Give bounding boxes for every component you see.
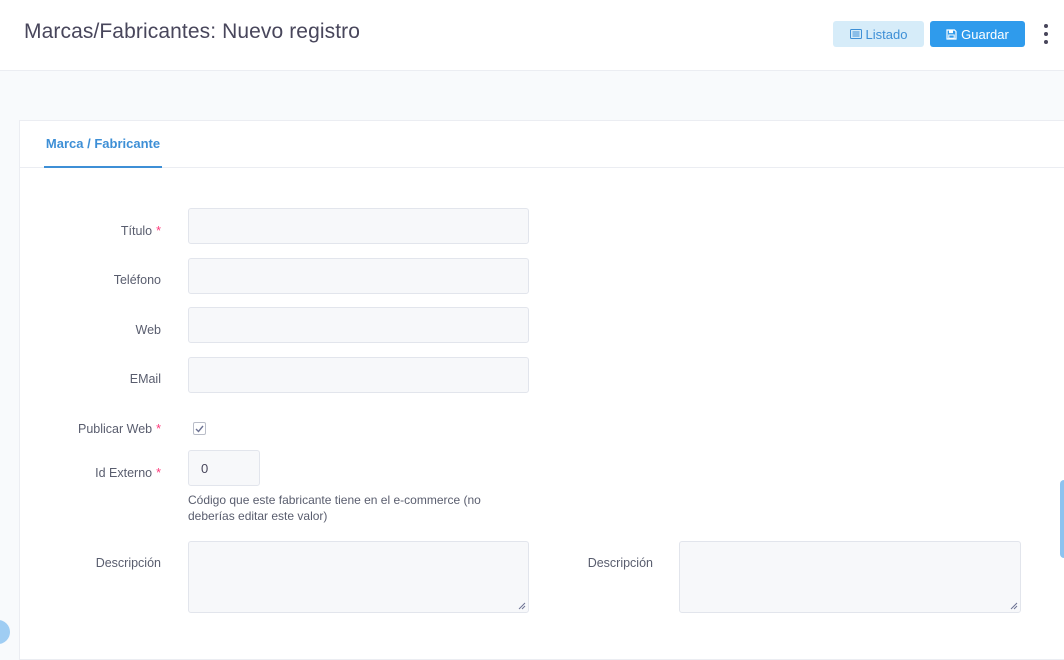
tab-bar: Marca / Fabricante [20, 121, 1064, 168]
telefono-input[interactable] [188, 258, 529, 294]
descripcion-1-textarea[interactable] [188, 541, 529, 613]
check-icon [195, 425, 204, 433]
titulo-label: Título * [120, 224, 161, 238]
listado-button-label: Listado [865, 26, 908, 42]
descripcion-2-textarea[interactable] [679, 541, 1021, 613]
side-panel-toggle[interactable] [1060, 480, 1064, 558]
email-input[interactable] [188, 357, 529, 393]
guardar-button-label: Guardar [961, 26, 1009, 42]
id-externo-help: Código que este fabricante tiene en el e… [188, 493, 481, 523]
publicar-web-label: Publicar Web * [78, 422, 161, 436]
save-icon [946, 28, 957, 40]
page-title: Marcas/Fabricantes: Nuevo registro [24, 20, 361, 43]
id-externo-input[interactable] [188, 450, 260, 486]
publicar-web-checkbox[interactable] [193, 422, 206, 435]
chat-bubble-icon[interactable] [0, 620, 10, 644]
list-icon [849, 29, 862, 39]
page-header: Marcas/Fabricantes: Nuevo registro Lista… [0, 0, 1064, 71]
descripcion-2-label: Descripción [587, 556, 653, 570]
titulo-input[interactable] [188, 208, 529, 244]
web-label: Web [135, 323, 161, 337]
id-externo-label: Id Externo * [95, 466, 161, 480]
listado-button[interactable]: Listado [833, 21, 924, 47]
telefono-label: Teléfono [113, 273, 161, 287]
descripcion-1-label: Descripción [95, 556, 161, 570]
guardar-button[interactable]: Guardar [930, 21, 1025, 47]
tab-marca-fabricante[interactable]: Marca / Fabricante [44, 121, 162, 168]
more-options-icon[interactable] [1038, 22, 1054, 46]
web-input[interactable] [188, 307, 529, 343]
email-label: EMail [129, 372, 161, 386]
